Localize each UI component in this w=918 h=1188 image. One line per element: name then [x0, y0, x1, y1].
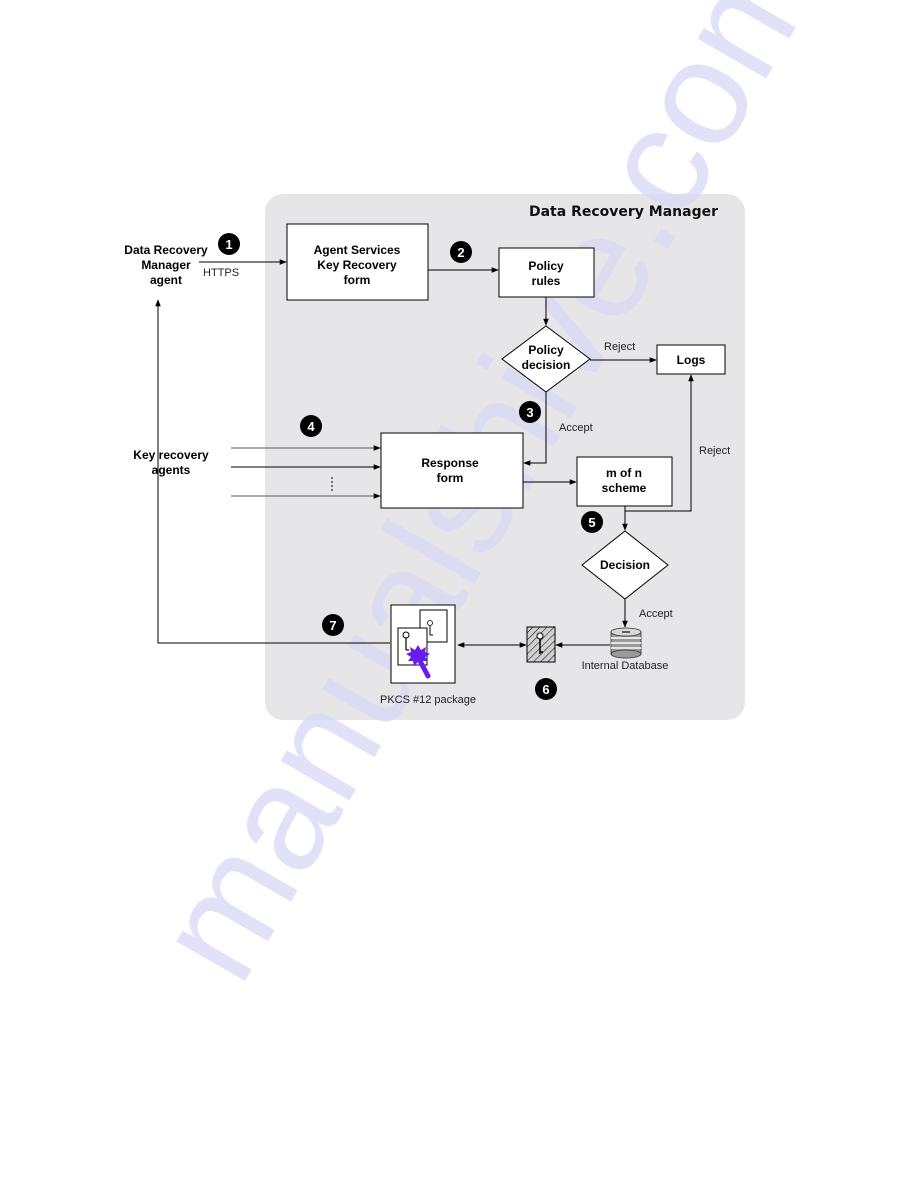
- svg-text:rules: rules: [532, 274, 561, 288]
- response-form-box: Response form: [380, 432, 524, 509]
- svg-text:Decision: Decision: [600, 558, 650, 572]
- pkcs12-package-icon: [390, 604, 456, 684]
- svg-text:Key recovery: Key recovery: [133, 448, 209, 462]
- logs-box: Logs: [656, 344, 726, 375]
- svg-text:form: form: [344, 273, 371, 287]
- svg-text:Data Recovery: Data Recovery: [124, 243, 208, 257]
- step-badge-3: 3: [519, 401, 541, 423]
- svg-text:agent: agent: [150, 273, 182, 287]
- svg-text:m of n: m of n: [606, 466, 642, 480]
- svg-text:7: 7: [329, 618, 336, 633]
- step-badge-1: 1: [218, 233, 240, 255]
- svg-text:decision: decision: [522, 358, 571, 372]
- svg-text:3: 3: [526, 405, 533, 420]
- database-icon: [610, 627, 642, 659]
- encrypted-key-icon: [526, 626, 556, 663]
- drm-agent-label: Data Recovery Manager agent: [124, 243, 208, 287]
- svg-text:scheme: scheme: [602, 481, 647, 495]
- svg-text:Logs: Logs: [677, 353, 706, 367]
- accept-label-decision: Accept: [639, 608, 673, 620]
- svg-text:Manager: Manager: [141, 258, 191, 272]
- m-of-n-scheme-box: m of n scheme: [576, 456, 673, 507]
- reject-label-mofn: Reject: [699, 445, 730, 457]
- agent-services-form-box: Agent Services Key Recovery form: [286, 223, 429, 301]
- svg-text:form: form: [437, 471, 464, 485]
- accept-label-policy: Accept: [559, 422, 593, 434]
- step-badge-7: 7: [322, 614, 344, 636]
- recovery-flow-diagram: Data Recovery Manager manualshive.com Da…: [122, 0, 851, 1006]
- key-recovery-agents-label: Key recovery agents: [133, 448, 209, 477]
- svg-text:Agent Services: Agent Services: [314, 243, 401, 257]
- svg-text:Policy: Policy: [528, 343, 564, 357]
- reject-label-policy: Reject: [604, 341, 635, 353]
- svg-text:5: 5: [588, 515, 595, 530]
- https-label: HTTPS: [203, 267, 239, 279]
- step-badge-6: 6: [535, 678, 557, 700]
- svg-text:2: 2: [457, 245, 464, 260]
- step-badge-5: 5: [581, 511, 603, 533]
- step-badge-4: 4: [300, 415, 322, 437]
- pkcs12-package-label: PKCS #12 package: [380, 694, 476, 706]
- svg-text:Response: Response: [421, 456, 479, 470]
- svg-text:Key Recovery: Key Recovery: [317, 258, 397, 272]
- svg-text:6: 6: [542, 682, 549, 697]
- step-badge-2: 2: [450, 241, 472, 263]
- svg-text:4: 4: [307, 419, 315, 434]
- svg-text:Policy: Policy: [528, 259, 564, 273]
- svg-text:1: 1: [225, 237, 232, 252]
- internal-database-label: Internal Database: [582, 660, 669, 672]
- policy-rules-box: Policy rules: [498, 247, 595, 298]
